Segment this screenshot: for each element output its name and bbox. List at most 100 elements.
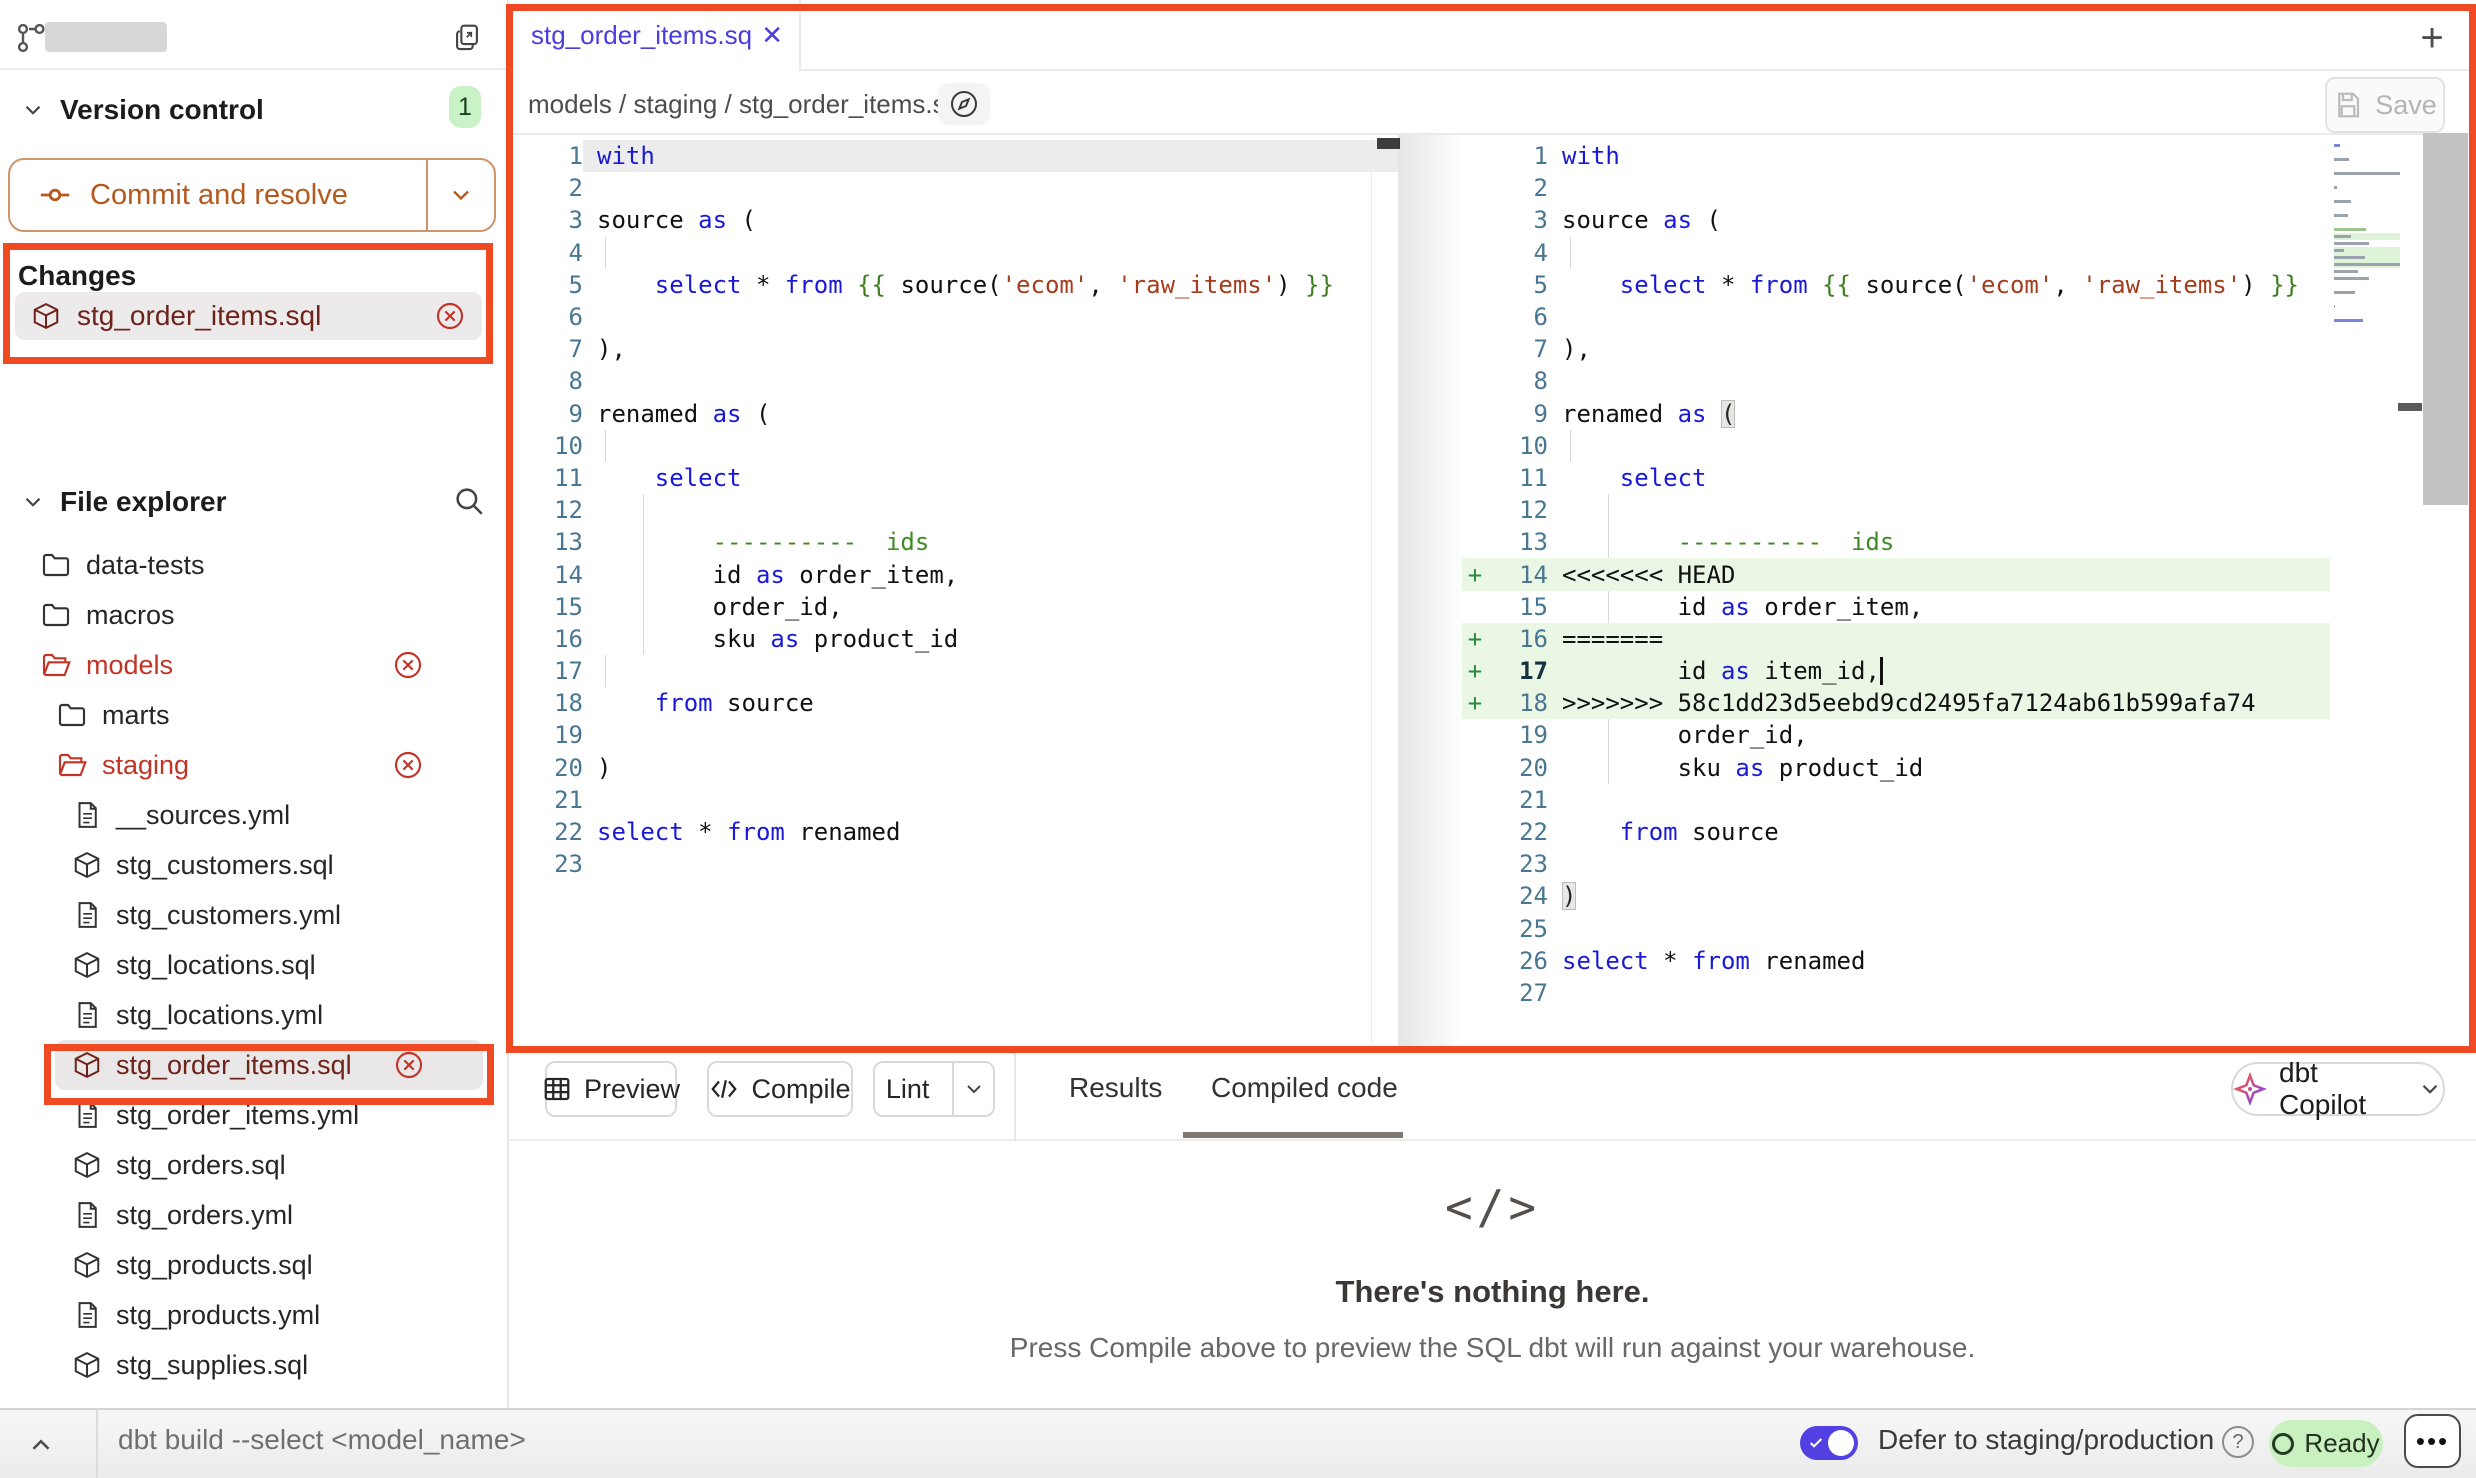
code-line[interactable]: 10 bbox=[1462, 430, 2330, 462]
file-tree-item-marts[interactable]: marts bbox=[0, 690, 509, 740]
code-line[interactable]: 25 bbox=[1462, 913, 2330, 945]
code-line[interactable]: +14<<<<<<< HEAD bbox=[1462, 558, 2330, 590]
file-tree-item-stg_orders.sql[interactable]: stg_orders.sql bbox=[0, 1140, 509, 1190]
code-pane-modified[interactable]: 1with23source as (45 select * from {{ so… bbox=[1462, 135, 2330, 1046]
file-tree-item-stg_customers.sql[interactable]: stg_customers.sql bbox=[0, 840, 509, 890]
code-line[interactable]: 8 bbox=[1462, 365, 2330, 397]
code-line[interactable]: 6 bbox=[509, 301, 1398, 333]
search-icon[interactable] bbox=[452, 484, 486, 518]
file-tree-item-stg_locations.sql[interactable]: stg_locations.sql bbox=[0, 940, 509, 990]
code-line[interactable]: 5 select * from {{ source('ecom', 'raw_i… bbox=[1462, 269, 2330, 301]
code-line[interactable]: 20) bbox=[509, 752, 1398, 784]
code-line[interactable]: 18 from source bbox=[509, 687, 1398, 719]
code-line[interactable]: +16======= bbox=[1462, 623, 2330, 655]
code-line[interactable]: 23 bbox=[1462, 848, 2330, 880]
save-button[interactable]: Save bbox=[2325, 77, 2445, 133]
file-tree-item-staging[interactable]: staging bbox=[0, 740, 509, 790]
lineage-icon[interactable] bbox=[938, 83, 990, 125]
code-line[interactable]: 26select * from renamed bbox=[1462, 945, 2330, 977]
code-line[interactable]: 2 bbox=[1462, 172, 2330, 204]
new-tab-button[interactable]: + bbox=[2408, 16, 2456, 60]
tab-close-icon[interactable]: ✕ bbox=[761, 20, 783, 51]
code-line[interactable]: 21 bbox=[509, 784, 1398, 816]
code-line[interactable]: 10 bbox=[509, 430, 1398, 462]
code-line[interactable]: 19 bbox=[509, 719, 1398, 751]
code-line[interactable]: 27 bbox=[1462, 977, 2330, 1009]
discard-change-icon[interactable] bbox=[392, 749, 424, 781]
code-line[interactable]: 6 bbox=[1462, 301, 2330, 333]
code-line[interactable]: +17 id as item_id, bbox=[1462, 655, 2330, 687]
lint-button[interactable]: Lint bbox=[873, 1061, 995, 1117]
code-line[interactable]: 14 id as order_item, bbox=[509, 558, 1398, 590]
code-line[interactable]: 1with bbox=[1462, 140, 2330, 172]
code-pane-original[interactable]: 1with23source as (45 select * from {{ so… bbox=[509, 135, 1398, 1046]
minimap-slider[interactable] bbox=[2398, 403, 2422, 411]
code-line[interactable]: 11 select bbox=[1462, 462, 2330, 494]
code-line[interactable]: 9renamed as ( bbox=[1462, 398, 2330, 430]
code-line[interactable]: 20 sku as product_id bbox=[1462, 752, 2330, 784]
file-tree-item-stg_orders.yml[interactable]: stg_orders.yml bbox=[0, 1190, 509, 1240]
code-line[interactable]: 15 id as order_item, bbox=[1462, 591, 2330, 623]
code-line[interactable]: 7), bbox=[1462, 333, 2330, 365]
editor-tab[interactable]: stg_order_items.sql (last c... ✕ bbox=[509, 0, 801, 71]
discard-change-icon[interactable] bbox=[434, 300, 466, 332]
file-tree-item-stg_products.yml[interactable]: stg_products.yml bbox=[0, 1290, 509, 1340]
code-line[interactable]: 8 bbox=[509, 365, 1398, 397]
code-line[interactable]: 1with bbox=[509, 140, 1398, 172]
file-tree-item-stg_supplies.sql[interactable]: stg_supplies.sql bbox=[0, 1340, 509, 1390]
vertical-scrollbar-thumb[interactable] bbox=[2423, 133, 2468, 505]
code-line[interactable]: 11 select bbox=[509, 462, 1398, 494]
code-line[interactable]: 13 ---------- ids bbox=[509, 526, 1398, 558]
command-input[interactable]: dbt build --select <model_name> bbox=[118, 1424, 526, 1456]
file-tree-item-__sources.yml[interactable]: __sources.yml bbox=[0, 790, 509, 840]
chevron-up-icon[interactable] bbox=[26, 1430, 56, 1460]
file-tree-item-stg_locations.yml[interactable]: stg_locations.yml bbox=[0, 990, 509, 1040]
commit-and-resolve-button[interactable]: Commit and resolve bbox=[8, 158, 496, 232]
code-line[interactable]: 23 bbox=[509, 848, 1398, 880]
code-line[interactable]: 15 order_id, bbox=[509, 591, 1398, 623]
code-line[interactable]: 4 bbox=[1462, 237, 2330, 269]
copy-files-icon[interactable] bbox=[450, 20, 484, 54]
tab-compiled-code[interactable]: Compiled code bbox=[1211, 1072, 1398, 1104]
minimap[interactable] bbox=[2334, 142, 2400, 342]
code-line[interactable]: 9renamed as ( bbox=[509, 398, 1398, 430]
discard-change-icon[interactable] bbox=[392, 649, 424, 681]
code-line[interactable]: 4 bbox=[509, 237, 1398, 269]
code-line[interactable]: 19 order_id, bbox=[1462, 719, 2330, 751]
file-tree-item-data-tests[interactable]: data-tests bbox=[0, 540, 509, 590]
code-line[interactable]: 12 bbox=[1462, 494, 2330, 526]
code-line[interactable]: 24) bbox=[1462, 880, 2330, 912]
code-line[interactable]: 7), bbox=[509, 333, 1398, 365]
file-tree-item-macros[interactable]: macros bbox=[0, 590, 509, 640]
horizontal-scrollbar-thumb[interactable] bbox=[1377, 138, 1400, 149]
defer-toggle[interactable] bbox=[1800, 1426, 1858, 1460]
commit-options-chevron[interactable] bbox=[426, 160, 494, 230]
file-tree-item-stg_products.sql[interactable]: stg_products.sql bbox=[0, 1240, 509, 1290]
code-line[interactable]: 13 ---------- ids bbox=[1462, 526, 2330, 558]
code-line[interactable]: 2 bbox=[509, 172, 1398, 204]
preview-button[interactable]: Preview bbox=[545, 1061, 677, 1117]
code-line[interactable]: 12 bbox=[509, 494, 1398, 526]
discard-change-icon[interactable] bbox=[393, 1049, 425, 1081]
file-tree-item-stg_order_items.sql[interactable]: stg_order_items.sql bbox=[55, 1040, 483, 1090]
dbt-copilot-button[interactable]: dbt Copilot bbox=[2231, 1062, 2445, 1116]
code-line[interactable]: 16 sku as product_id bbox=[509, 623, 1398, 655]
version-control-section-header[interactable]: Version control bbox=[20, 90, 490, 130]
code-line[interactable]: 3source as ( bbox=[509, 204, 1398, 236]
file-tree-item-models[interactable]: models bbox=[0, 640, 509, 690]
code-line[interactable]: 22 from source bbox=[1462, 816, 2330, 848]
file-tree-item-stg_order_items.yml[interactable]: stg_order_items.yml bbox=[0, 1090, 509, 1140]
changes-item[interactable]: stg_order_items.sql bbox=[15, 292, 482, 340]
file-tree-item-stg_customers.yml[interactable]: stg_customers.yml bbox=[0, 890, 509, 940]
file-explorer-section-header[interactable]: File explorer bbox=[20, 482, 490, 522]
code-line[interactable]: 17 bbox=[509, 655, 1398, 687]
lint-dropdown-chevron[interactable] bbox=[952, 1063, 993, 1115]
compile-button[interactable]: Compile bbox=[707, 1061, 853, 1117]
lint-button-label[interactable]: Lint bbox=[875, 1063, 940, 1115]
code-line[interactable]: 5 select * from {{ source('ecom', 'raw_i… bbox=[509, 269, 1398, 301]
code-line[interactable]: 21 bbox=[1462, 784, 2330, 816]
code-line[interactable]: 3source as ( bbox=[1462, 204, 2330, 236]
more-options-button[interactable]: ••• bbox=[2404, 1414, 2461, 1468]
code-line[interactable]: 22select * from renamed bbox=[509, 816, 1398, 848]
tab-results[interactable]: Results bbox=[1069, 1072, 1162, 1104]
